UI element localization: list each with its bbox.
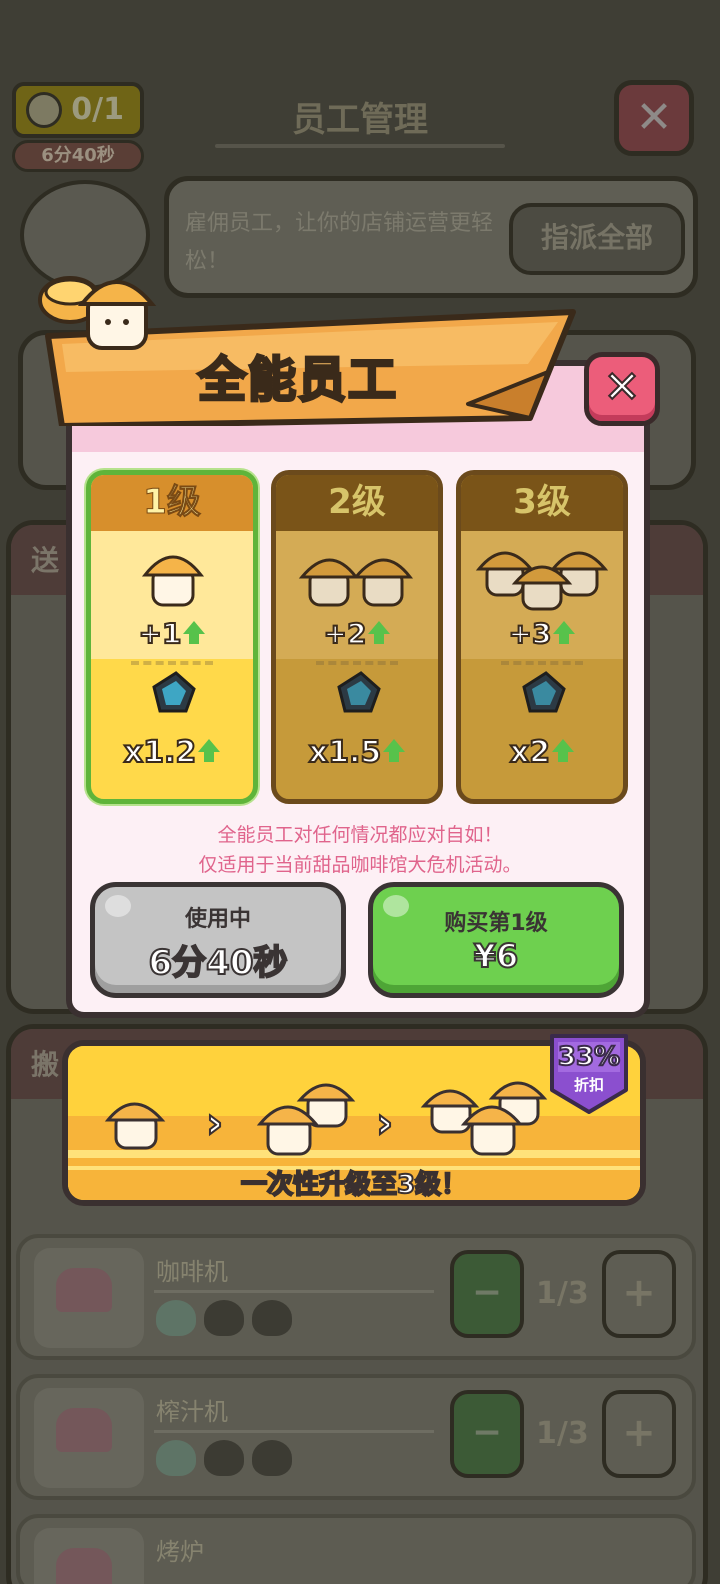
in-use-time: 6分40秒 bbox=[148, 942, 289, 984]
description-line-1: 全能员工对任何情况都应对自如！ bbox=[217, 824, 503, 846]
staff-slot-icon bbox=[156, 1440, 196, 1476]
assign-all-button[interactable]: 指派全部 bbox=[509, 203, 685, 275]
offer-text: 一次性升级至3级！ bbox=[240, 1169, 468, 1200]
multiplier-value: x1.5 bbox=[308, 734, 382, 771]
level-card-2[interactable]: 2级 +2 x1.5 bbox=[271, 470, 443, 804]
staff-slots bbox=[156, 1300, 292, 1336]
multiplier: x1.5 bbox=[276, 734, 438, 771]
staff-slot-icon bbox=[204, 1300, 244, 1336]
speech-bubble: 雇佣员工，让你的店铺运营更轻松！ 指派全部 bbox=[164, 176, 698, 298]
staff-slot-icon bbox=[204, 1440, 244, 1476]
section-title: 送 bbox=[31, 544, 60, 577]
level-label: 1级 bbox=[91, 475, 253, 531]
speech-text: 雇佣员工，让你的店铺运营更轻松！ bbox=[185, 211, 494, 274]
multiplier-value: x1.2 bbox=[123, 734, 197, 771]
multiplier-area: x1.5 bbox=[276, 653, 438, 799]
in-use-button[interactable]: 使用中 6分40秒 bbox=[90, 882, 346, 998]
staff-counter-value: 0/1 bbox=[71, 92, 124, 127]
staff-face-icon bbox=[26, 92, 62, 128]
staff-cap-icon bbox=[141, 555, 205, 607]
row-divider bbox=[154, 1430, 434, 1433]
close-icon: ✕ bbox=[603, 361, 642, 414]
staff-bonus-area: +1 bbox=[91, 531, 253, 659]
title-underline bbox=[215, 144, 505, 148]
juicer-icon bbox=[34, 1388, 144, 1488]
page-title: 员工管理 bbox=[292, 100, 428, 140]
machine-row-coffee: 咖啡机 − 1/3 + bbox=[16, 1234, 696, 1360]
staff-bonus-area: +3 bbox=[461, 531, 623, 659]
level-label: 3级 bbox=[461, 475, 623, 531]
staff-timer: 6分40秒 bbox=[12, 140, 144, 172]
remove-staff-button[interactable]: − bbox=[450, 1390, 524, 1478]
multiplier: x1.2 bbox=[91, 734, 253, 771]
oven-icon bbox=[34, 1528, 144, 1584]
staff-counter: 0/1 bbox=[12, 82, 144, 138]
machine-row-oven: 烤炉 bbox=[16, 1514, 696, 1584]
staff-count: 1/3 bbox=[536, 1416, 589, 1451]
staff-bonus: +2 bbox=[276, 616, 438, 651]
remove-staff-button[interactable]: − bbox=[450, 1250, 524, 1338]
up-arrow-icon bbox=[552, 739, 575, 762]
level-card-1[interactable]: 1级 +1 x1.2 bbox=[86, 470, 258, 804]
close-icon: ✕ bbox=[635, 92, 673, 143]
staff-mascot-icon bbox=[38, 276, 157, 350]
add-staff-button[interactable]: + bbox=[602, 1390, 676, 1478]
popup-close-button[interactable]: ✕ bbox=[584, 352, 660, 426]
staff-count: 1/3 bbox=[536, 1276, 589, 1311]
up-arrow-icon bbox=[383, 739, 406, 762]
staff-slot-icon bbox=[252, 1440, 292, 1476]
chevron-right-icon: › bbox=[205, 1097, 224, 1148]
up-arrow-icon bbox=[183, 620, 206, 644]
staff-bonus: +1 bbox=[91, 616, 253, 651]
staff-bonus-value: +3 bbox=[508, 616, 553, 651]
up-arrow-icon bbox=[553, 620, 576, 644]
up-arrow-icon bbox=[198, 739, 221, 762]
add-staff-button[interactable]: + bbox=[602, 1250, 676, 1338]
row-divider bbox=[154, 1290, 434, 1293]
staff-bonus-value: +2 bbox=[323, 616, 368, 651]
buy-label: 购买第1级 bbox=[444, 911, 548, 936]
gem-icon bbox=[152, 671, 196, 713]
buy-price: ¥6 bbox=[473, 936, 520, 976]
machine-name: 烤炉 bbox=[156, 1538, 204, 1566]
machine-name: 榨汁机 bbox=[156, 1398, 228, 1426]
machine-name: 咖啡机 bbox=[156, 1258, 228, 1286]
staff-slots bbox=[156, 1440, 292, 1476]
staff-cap-icon bbox=[298, 558, 414, 607]
level-card-3[interactable]: 3级 +3 x2 bbox=[456, 470, 628, 804]
up-arrow-icon bbox=[368, 620, 391, 644]
multiplier: x2 bbox=[461, 734, 623, 771]
staff-slot-icon bbox=[252, 1300, 292, 1336]
discount-percent: 33% bbox=[557, 1041, 621, 1073]
coffee-machine-icon bbox=[34, 1248, 144, 1348]
gem-icon bbox=[337, 671, 381, 713]
multiplier-value: x2 bbox=[509, 734, 551, 771]
page-close-button[interactable]: ✕ bbox=[614, 80, 694, 156]
staff-bonus-area: +2 bbox=[276, 531, 438, 659]
chevron-right-icon: › bbox=[375, 1097, 394, 1148]
section-title: 搬 bbox=[31, 1048, 60, 1081]
description-line-2: 仅适用于当前甜品咖啡馆大危机活动。 bbox=[198, 854, 522, 876]
machine-row-juicer: 榨汁机 − 1/3 + bbox=[16, 1374, 696, 1500]
level-label: 2级 bbox=[276, 475, 438, 531]
multiplier-area: x2 bbox=[461, 653, 623, 799]
in-use-label: 使用中 bbox=[184, 907, 251, 932]
staff-cap-icon bbox=[475, 551, 609, 611]
staff-bonus: +3 bbox=[461, 616, 623, 651]
staff-slot-icon bbox=[156, 1300, 196, 1336]
gem-icon bbox=[522, 671, 566, 713]
staff-bonus-value: +1 bbox=[138, 616, 183, 651]
popup-title: 全能员工 bbox=[196, 351, 399, 410]
multiplier-area: x1.2 bbox=[91, 653, 253, 799]
buy-level-button[interactable]: 购买第1级 ¥6 bbox=[368, 882, 624, 998]
discount-label: 折扣 bbox=[573, 1076, 604, 1094]
